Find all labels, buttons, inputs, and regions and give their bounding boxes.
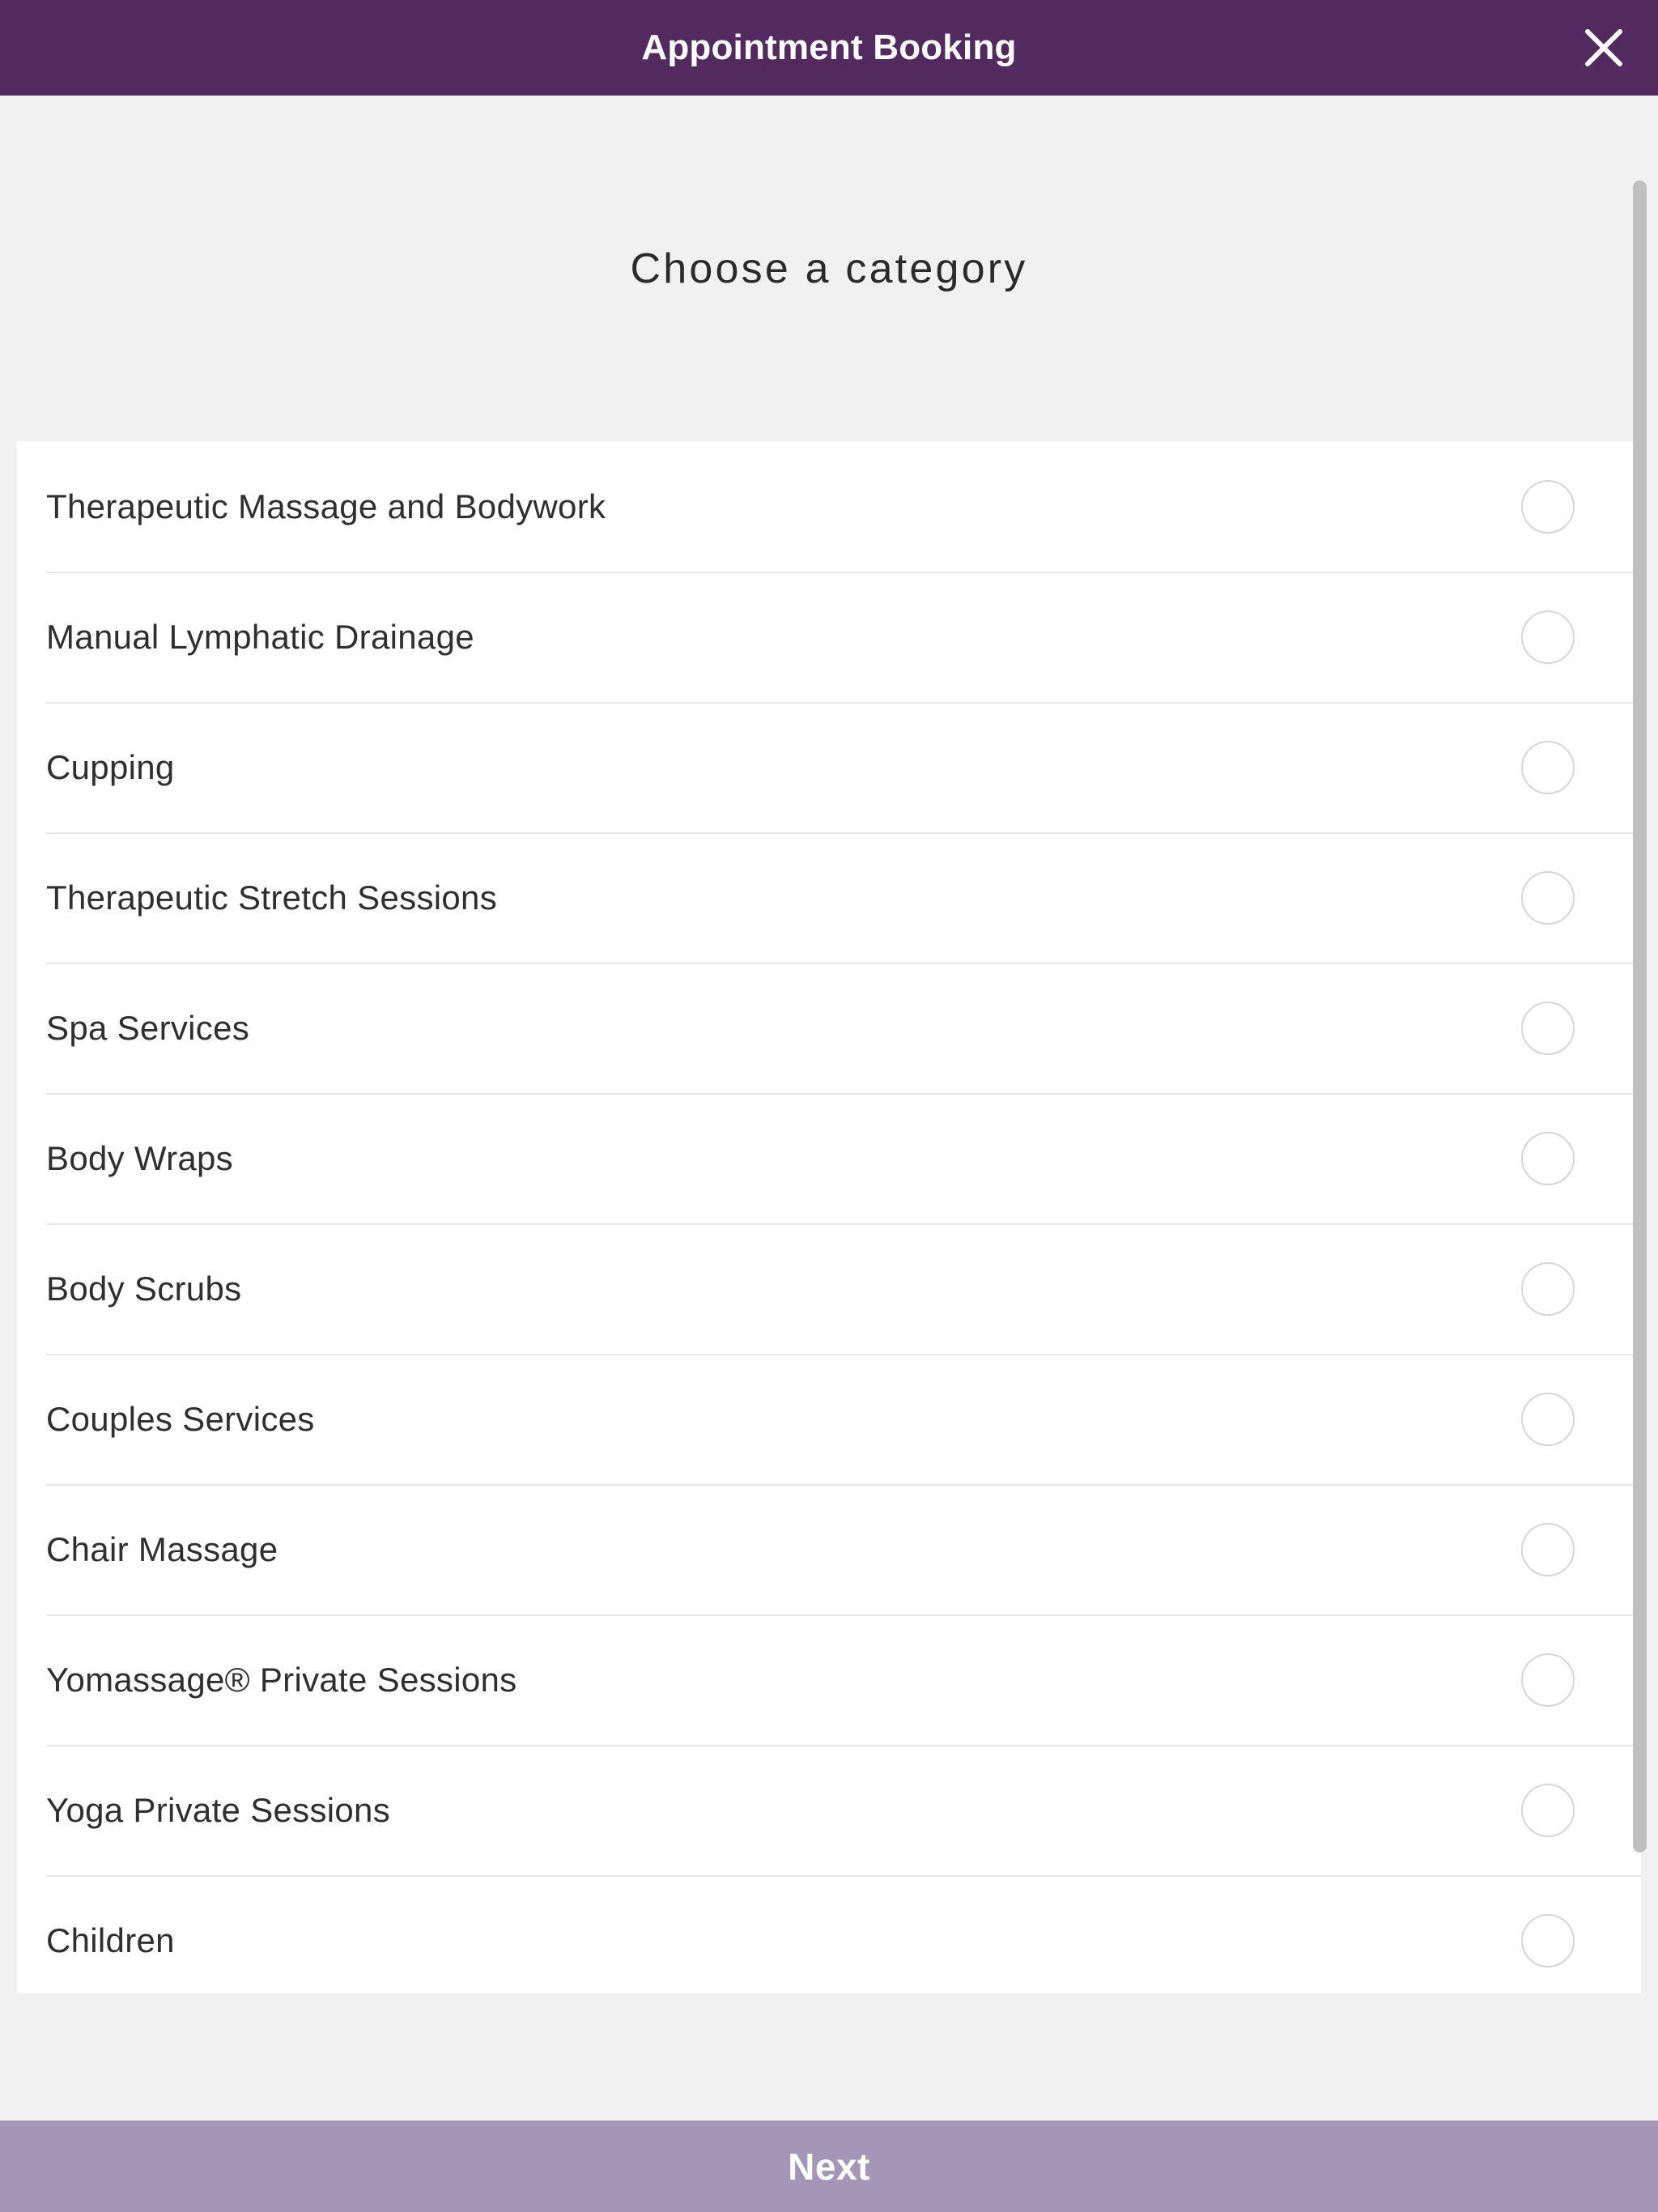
page-title: Appointment Booking bbox=[641, 28, 1017, 67]
radio-button[interactable] bbox=[1521, 479, 1575, 534]
radio-button[interactable] bbox=[1521, 1783, 1575, 1837]
modal-body: Choose a category Therapeutic Massage an… bbox=[0, 96, 1658, 2212]
next-button[interactable]: Next bbox=[0, 2121, 1658, 2212]
list-item[interactable]: Yoga Private Sessions bbox=[17, 1745, 1641, 1875]
radio-button[interactable] bbox=[1521, 1913, 1575, 1967]
list-item[interactable]: Children bbox=[17, 1875, 1641, 1993]
category-label: Body Scrubs bbox=[46, 1269, 242, 1308]
list-item[interactable]: Spa Services bbox=[17, 963, 1641, 1093]
list-item[interactable]: Therapeutic Massage and Bodywork bbox=[17, 441, 1641, 572]
category-label: Yoga Private Sessions bbox=[46, 1790, 391, 1829]
list-item[interactable]: Manual Lymphatic Drainage bbox=[17, 572, 1641, 702]
radio-button[interactable] bbox=[1521, 1001, 1575, 1055]
scrollbar-thumb[interactable] bbox=[1633, 181, 1647, 1853]
scrollbar-track[interactable] bbox=[1633, 144, 1647, 2212]
category-label: Therapeutic Stretch Sessions bbox=[46, 878, 498, 917]
step-heading: Choose a category bbox=[630, 245, 1028, 292]
list-item[interactable]: Body Scrubs bbox=[17, 1223, 1641, 1354]
category-label: Chair Massage bbox=[46, 1529, 278, 1568]
radio-button[interactable] bbox=[1521, 1261, 1575, 1316]
list-item[interactable]: Body Wraps bbox=[17, 1093, 1641, 1223]
category-label: Spa Services bbox=[46, 1008, 250, 1047]
category-label: Cupping bbox=[46, 747, 175, 786]
radio-button[interactable] bbox=[1521, 1131, 1575, 1185]
list-item[interactable]: Therapeutic Stretch Sessions bbox=[17, 832, 1641, 963]
category-label: Yomassage® Private Sessions bbox=[46, 1660, 517, 1699]
category-label: Children bbox=[46, 1921, 175, 1959]
radio-button[interactable] bbox=[1521, 870, 1575, 925]
category-label: Manual Lymphatic Drainage bbox=[46, 617, 474, 656]
radio-button[interactable] bbox=[1521, 610, 1575, 664]
close-icon bbox=[1581, 25, 1626, 70]
category-label: Body Wraps bbox=[46, 1138, 233, 1177]
step-heading-area: Choose a category bbox=[0, 96, 1658, 441]
category-label: Couples Services bbox=[46, 1399, 315, 1438]
radio-button[interactable] bbox=[1521, 1522, 1575, 1576]
modal-header: Appointment Booking bbox=[0, 0, 1658, 96]
list-item[interactable]: Cupping bbox=[17, 702, 1641, 832]
radio-button[interactable] bbox=[1521, 1392, 1575, 1446]
radio-button[interactable] bbox=[1521, 740, 1575, 794]
category-list[interactable]: Therapeutic Massage and Bodywork Manual … bbox=[17, 441, 1641, 1993]
close-button[interactable] bbox=[1567, 11, 1640, 84]
radio-button[interactable] bbox=[1521, 1653, 1575, 1707]
list-item[interactable]: Couples Services bbox=[17, 1354, 1641, 1484]
category-label: Therapeutic Massage and Bodywork bbox=[46, 487, 606, 525]
list-item[interactable]: Yomassage® Private Sessions bbox=[17, 1614, 1641, 1745]
list-item[interactable]: Chair Massage bbox=[17, 1484, 1641, 1614]
